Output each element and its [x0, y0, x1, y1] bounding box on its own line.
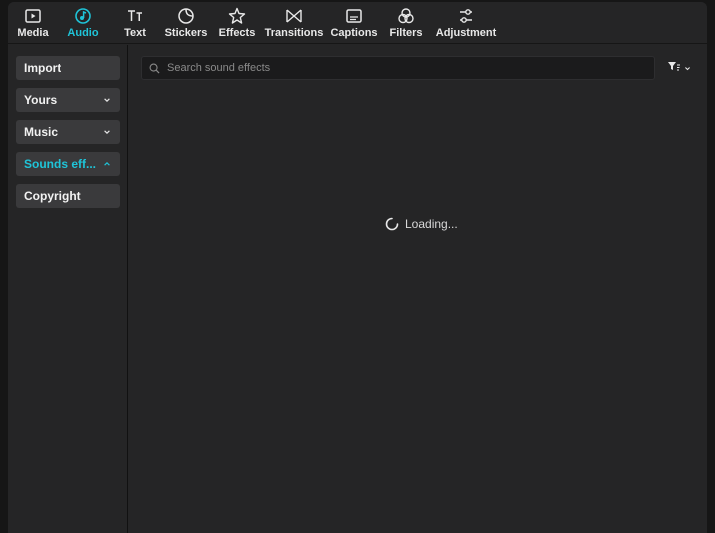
audio-panel-window: Media Audio Text Stickers Effects Transi…: [8, 2, 707, 533]
sound-effects-panel: Loading...: [129, 45, 707, 533]
tab-stickers-label: Stickers: [164, 27, 208, 39]
filter-button[interactable]: [667, 60, 695, 76]
spinner-icon: [385, 217, 399, 231]
sidebar-item-music[interactable]: Music: [16, 120, 120, 144]
tab-filters[interactable]: Filters: [388, 6, 424, 42]
sidebar-item-label: Sounds eff...: [24, 157, 96, 171]
stickers-icon: [176, 6, 196, 26]
sidebar-item-label: Copyright: [24, 189, 81, 203]
captions-icon: [344, 6, 364, 26]
tab-text[interactable]: Text: [120, 6, 150, 42]
tab-media[interactable]: Media: [14, 6, 52, 42]
tab-adjustment[interactable]: Adjustment: [434, 6, 498, 42]
tab-stickers[interactable]: Stickers: [164, 6, 208, 42]
tab-audio[interactable]: Audio: [65, 6, 101, 42]
tab-filters-label: Filters: [389, 27, 423, 39]
tab-adjustment-label: Adjustment: [435, 27, 497, 39]
tab-transitions-label: Transitions: [264, 27, 324, 39]
tab-captions[interactable]: Captions: [330, 6, 378, 42]
filters-icon: [396, 6, 416, 26]
tab-effects-label: Effects: [218, 27, 256, 39]
effects-icon: [227, 6, 247, 26]
sidebar-item-yours[interactable]: Yours: [16, 88, 120, 112]
audio-sidebar: Import Yours Music Sounds eff... Copyrig…: [8, 45, 128, 533]
sidebar-item-sound-effects[interactable]: Sounds eff...: [16, 152, 120, 176]
sidebar-item-label: Yours: [24, 93, 58, 107]
category-toolbar: Media Audio Text Stickers Effects Transi…: [8, 2, 707, 44]
text-icon: [125, 6, 145, 26]
sidebar-item-copyright[interactable]: Copyright: [16, 184, 120, 208]
search-icon: [149, 62, 161, 74]
chevron-down-icon: [102, 127, 112, 137]
chevron-down-icon: [102, 95, 112, 105]
sidebar-item-import[interactable]: Import: [16, 56, 120, 80]
tab-text-label: Text: [124, 27, 146, 39]
filter-icon: [667, 59, 681, 77]
transitions-icon: [284, 6, 304, 26]
media-icon: [23, 6, 43, 26]
loading-indicator: Loading...: [385, 215, 458, 233]
audio-icon: [73, 6, 93, 26]
sidebar-item-label: Music: [24, 125, 59, 139]
adjustment-icon: [456, 6, 476, 26]
tab-audio-label: Audio: [67, 27, 99, 39]
search-box[interactable]: [141, 56, 655, 80]
tab-effects[interactable]: Effects: [218, 6, 256, 42]
tab-media-label: Media: [17, 27, 49, 39]
tab-transitions[interactable]: Transitions: [264, 6, 324, 42]
sidebar-item-label: Import: [24, 61, 62, 75]
search-input[interactable]: [167, 62, 647, 74]
tab-captions-label: Captions: [330, 27, 378, 39]
loading-text: Loading...: [405, 217, 458, 231]
chevron-down-icon: [684, 65, 691, 72]
chevron-up-icon: [102, 159, 112, 169]
